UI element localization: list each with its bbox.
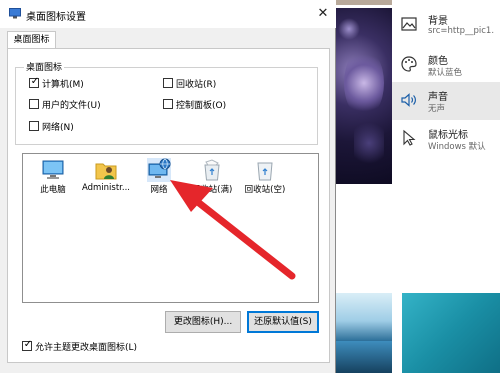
monitor-icon <box>41 158 65 182</box>
monitor-icon <box>9 8 21 19</box>
dialog-title: 桌面图标设置 <box>26 12 86 23</box>
checkmark-icon: ✓ <box>30 76 40 87</box>
theme-item-subtitle: 无声 <box>428 104 446 114</box>
icon-item-recycle-bin-empty[interactable]: 回收站(空) <box>239 158 291 198</box>
theme-item-subtitle: 默认蓝色 <box>428 68 463 78</box>
icon-label: 此电脑 <box>40 185 66 195</box>
wallpaper-strip <box>332 0 392 5</box>
checkbox-label: 用户的文件(U) <box>42 101 101 111</box>
checkbox-label: 控制面板(O) <box>176 101 227 111</box>
theme-thumbnail[interactable] <box>402 293 500 373</box>
icon-item-user-folder[interactable]: Administr... <box>80 158 132 198</box>
cursor-icon <box>400 129 418 147</box>
wallpaper-preview <box>336 8 392 184</box>
dialog-titlebar[interactable]: 桌面图标设置 ✕ <box>0 0 336 28</box>
recycle-bin-full-icon <box>200 158 224 182</box>
checkmark-icon: ✓ <box>23 339 33 350</box>
theme-item-color[interactable]: 颜色 默认蓝色 <box>392 46 500 84</box>
restore-default-button[interactable]: 还原默认值(S) <box>247 311 319 333</box>
theme-item-title: 颜色 <box>428 56 448 67</box>
screen: 背景 src=http__pic1. 颜色 默认蓝色 声音 无声 鼠标光标 Wi… <box>0 0 500 373</box>
theme-thumbnail[interactable] <box>336 293 392 373</box>
checkbox-box[interactable] <box>29 121 39 131</box>
checkbox-box[interactable] <box>163 99 173 109</box>
theme-item-background[interactable]: 背景 src=http__pic1. <box>392 6 500 44</box>
theme-item-cursor[interactable]: 鼠标光标 Windows 默认 <box>392 120 500 158</box>
network-icon <box>147 158 171 182</box>
palette-icon <box>400 55 418 73</box>
theme-item-subtitle: src=http__pic1. <box>428 26 495 36</box>
checkbox-label: 网络(N) <box>42 123 74 133</box>
close-button[interactable]: ✕ <box>312 4 334 24</box>
icon-label: Administr... <box>81 183 131 193</box>
icon-item-this-pc[interactable]: 此电脑 <box>27 158 79 198</box>
icon-label: 回收站(空) <box>244 185 286 195</box>
icon-list[interactable]: 此电脑 Administr... 网络 回收站(满) 回收站(空) <box>22 153 319 303</box>
checkbox-box[interactable] <box>163 78 173 88</box>
icon-item-recycle-bin-full[interactable]: 回收站(满) <box>186 158 238 198</box>
checkbox-label: 允许主题更改桌面图标(L) <box>35 343 138 353</box>
change-icon-button[interactable]: 更改图标(H)... <box>165 311 241 333</box>
checkbox-box[interactable]: ✓ <box>22 339 33 351</box>
theme-item-title: 背景 <box>428 16 448 27</box>
theme-settings-list: 背景 src=http__pic1. 颜色 默认蓝色 声音 无声 鼠标光标 Wi… <box>392 0 500 160</box>
speaker-icon <box>400 91 418 109</box>
checkbox-label: 计算机(M) <box>42 80 84 90</box>
checkbox-box[interactable] <box>29 99 39 109</box>
group-label: 桌面图标 <box>24 60 65 73</box>
icon-item-network[interactable]: 网络 <box>133 158 185 198</box>
theme-item-title: 鼠标光标 <box>428 130 468 141</box>
theme-item-title: 声音 <box>428 92 448 103</box>
picture-icon <box>400 15 418 33</box>
theme-item-sound[interactable]: 声音 无声 <box>392 82 500 120</box>
recycle-bin-empty-icon <box>253 158 277 182</box>
tab-desktop-icons[interactable]: 桌面图标 <box>7 31 56 49</box>
user-folder-icon <box>94 158 118 182</box>
checkbox-box[interactable]: ✓ <box>29 76 40 88</box>
theme-item-subtitle: Windows 默认 <box>428 142 486 152</box>
desktop-icon-settings-dialog: 桌面图标设置 ✕ 桌面图标 桌面图标 ✓ 计算机(M) 回收站(R) 用户的文件… <box>0 0 336 373</box>
icon-label: 回收站(满) <box>191 185 233 195</box>
icon-label: 网络 <box>150 185 168 195</box>
checkbox-label: 回收站(R) <box>176 80 217 90</box>
